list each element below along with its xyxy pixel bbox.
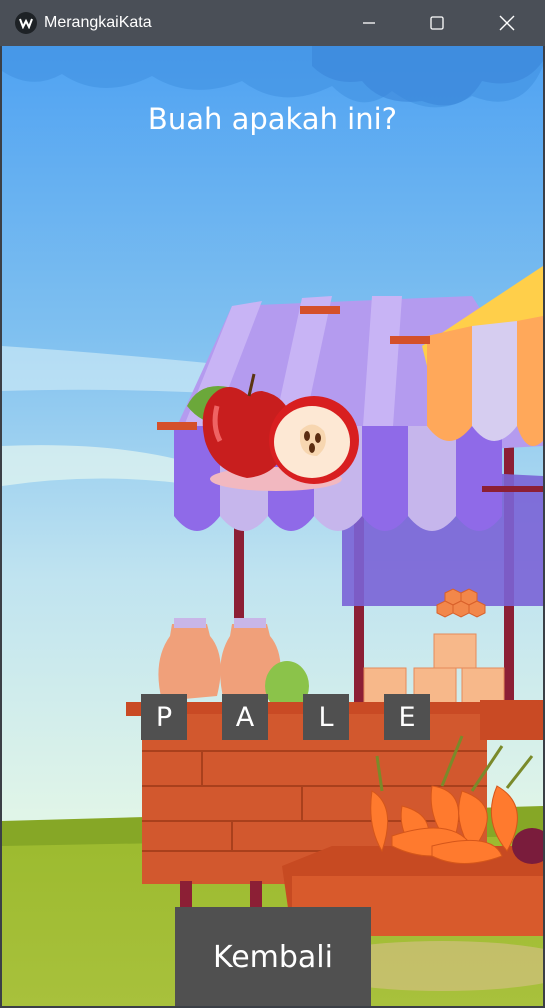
window-title: MerangkaiKata — [44, 14, 152, 31]
letter-tile-2[interactable]: A — [222, 694, 268, 740]
maximize-button[interactable] — [402, 0, 472, 46]
game-scene: Buah apakah ini? P A L E Kembali — [2, 46, 543, 1006]
back-button[interactable]: Kembali — [175, 907, 371, 1006]
app-logo-icon — [15, 12, 37, 34]
close-button[interactable] — [472, 0, 542, 46]
close-icon — [499, 15, 515, 31]
app-window: MerangkaiKata Buah apakah ini? P A L E K… — [0, 0, 545, 1008]
title-bar: MerangkaiKata — [0, 0, 545, 46]
letter-tile-3[interactable]: L — [303, 694, 349, 740]
letter-tile-1[interactable]: P — [141, 694, 187, 740]
market-background — [2, 46, 543, 1006]
letter-tile-4[interactable]: E — [384, 694, 430, 740]
question-text: Buah apakah ini? — [147, 102, 398, 136]
maximize-icon — [430, 16, 444, 30]
minimize-button[interactable] — [334, 0, 404, 46]
minimize-icon — [363, 22, 375, 24]
